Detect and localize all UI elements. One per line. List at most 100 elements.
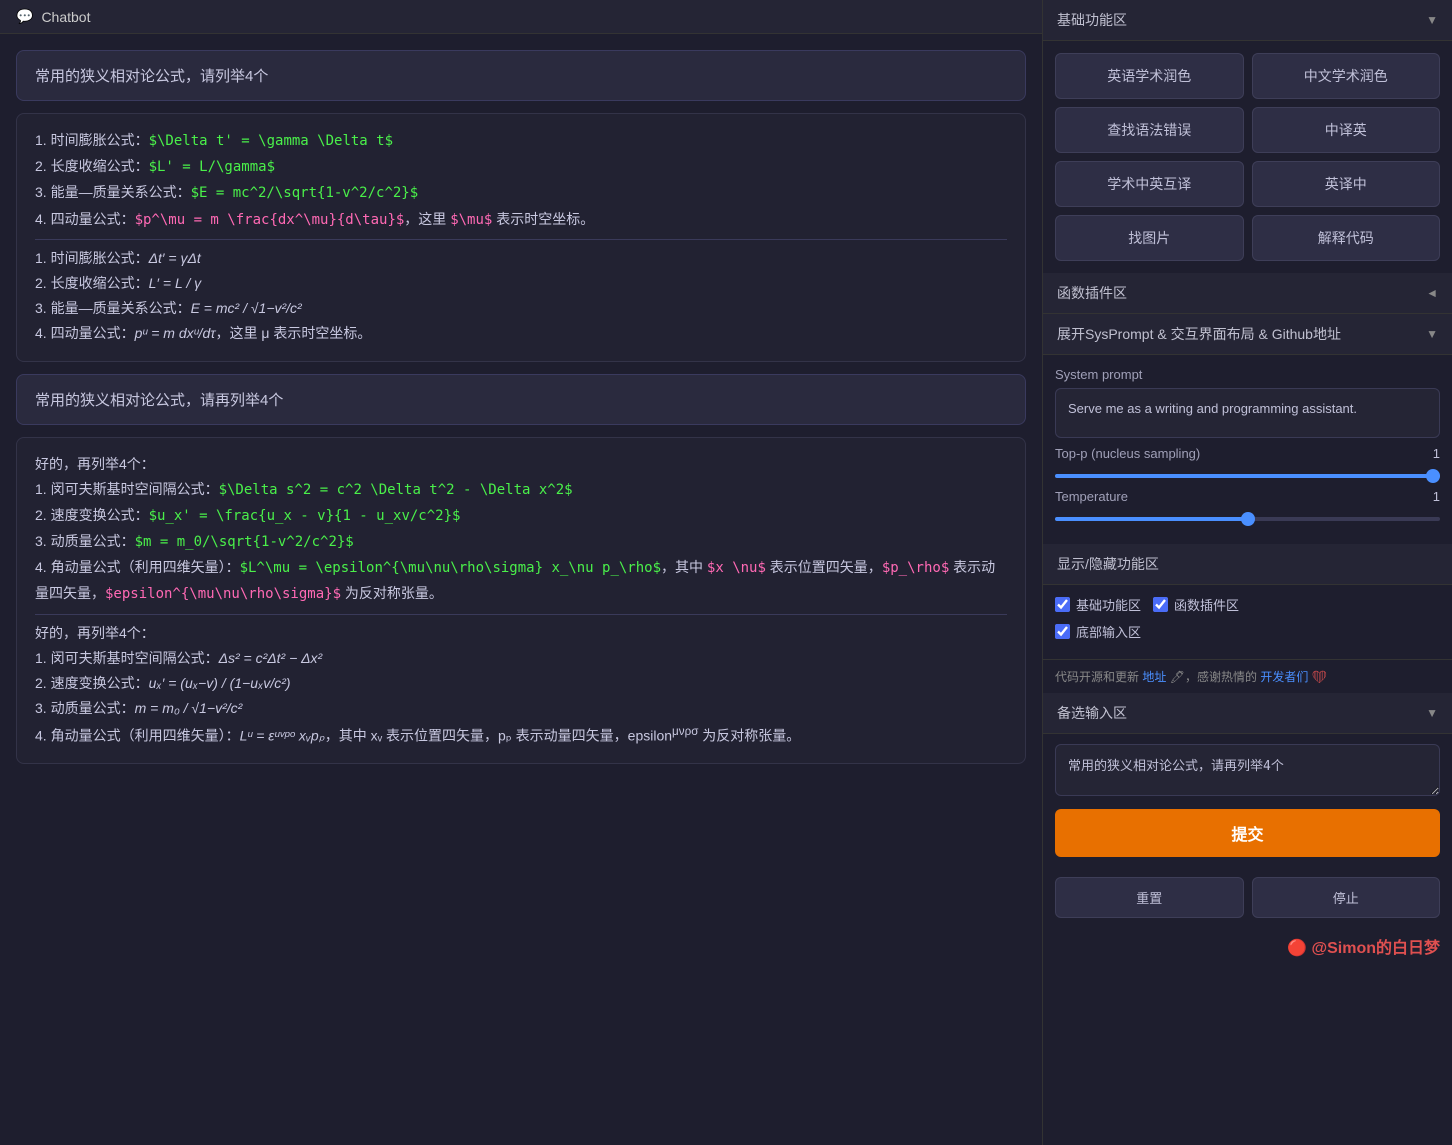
- chatbot-icon: 💬: [16, 8, 33, 25]
- divider-2: [35, 614, 1007, 615]
- basic-functions-grid: 英语学术润色 中文学术润色 查找语法错误 中译英 学术中英互译 英译中 找图片 …: [1055, 53, 1440, 261]
- rendered-3: E = mc² / √1−v²/c²: [191, 300, 302, 316]
- formula-green-1: $\Delta t' = \gamma \Delta t$: [149, 133, 393, 149]
- checkbox-bottom-input-label: 底部输入区: [1076, 622, 1141, 641]
- bot-msg2-rendered1: 1. 闵可夫斯基时空间隔公式：Δs² = c²Δt² − Δx²: [35, 646, 1007, 671]
- temperature-row: Temperature 1: [1055, 489, 1440, 504]
- plugin-functions-header[interactable]: 函数插件区 ◄: [1043, 273, 1452, 314]
- formula2-pink-3: $epsilon^{\mu\nu\rho\sigma}$: [105, 586, 341, 602]
- user-message-1: 常用的狭义相对论公式，请列举4个: [16, 50, 1026, 101]
- reset-button[interactable]: 重置: [1055, 877, 1244, 918]
- temperature-slider[interactable]: [1055, 517, 1440, 521]
- bot-msg1-rendered4: 4. 四动量公式：pᵘ = m dxᵘ/dτ，这里 μ 表示时空坐标。: [35, 321, 1007, 346]
- visibility-header: 显示/隐藏功能区: [1043, 544, 1452, 585]
- contributors-link[interactable]: 开发者们: [1260, 670, 1308, 684]
- formula2-green-1: $\Delta s^2 = c^2 \Delta t^2 - \Delta x^…: [219, 482, 573, 498]
- rendered-2: L′ = L / γ: [149, 275, 202, 291]
- checkbox-plugin-functions-input[interactable]: [1153, 597, 1168, 612]
- checkbox-plugin-functions-label: 函数插件区: [1174, 595, 1239, 614]
- bottom-buttons: 重置 停止: [1043, 867, 1452, 928]
- checkbox-section: 基础功能区 函数插件区 底部输入区: [1043, 585, 1452, 659]
- checkbox-basic-functions-input[interactable]: [1055, 597, 1070, 612]
- bot-msg1-line1: 1. 时间膨胀公式：$\Delta t' = \gamma \Delta t$: [35, 128, 1007, 154]
- rendered-1: Δt′ = γΔt: [149, 250, 201, 266]
- bot-msg2-line2: 2. 速度变换公式：$u_x' = \frac{u_x - v}{1 - u_x…: [35, 503, 1007, 529]
- formula2-pink-2: $p_\rho$: [882, 560, 949, 576]
- bot-msg2-rendered3: 3. 动质量公式：m = m₀ / √1−v²/c²: [35, 696, 1007, 721]
- checkbox-bottom-input-input[interactable]: [1055, 624, 1070, 639]
- top-p-value: 1: [1410, 446, 1440, 461]
- bot-message-1: 1. 时间膨胀公式：$\Delta t' = \gamma \Delta t$ …: [16, 113, 1026, 362]
- btn-english-polish[interactable]: 英语学术润色: [1055, 53, 1244, 99]
- rendered-4: pᵘ = m dxᵘ/dτ: [135, 325, 216, 341]
- formula-pink-1: $p^\mu = m \frac{dx^\mu}{d\tau}$: [135, 212, 405, 228]
- sysprompt-header[interactable]: 展开SysPrompt & 交互界面布局 & Github地址 ▼: [1043, 314, 1452, 355]
- formula2-pink-1: $x \nu$: [707, 560, 766, 576]
- bot-msg2-line4: 4. 角动量公式（利用四维矢量）：$L^\mu = \epsilon^{\mu\…: [35, 555, 1007, 607]
- bot-msg2-intro: 好的，再列举4个：: [35, 452, 1007, 477]
- bot-msg1-rendered2: 2. 长度收缩公式：L′ = L / γ: [35, 271, 1007, 296]
- plugin-functions-title: 函数插件区: [1057, 283, 1127, 303]
- btn-academic-translate[interactable]: 学术中英互译: [1055, 161, 1244, 207]
- checkbox-basic-functions[interactable]: 基础功能区: [1055, 595, 1141, 614]
- btn-chinese-polish[interactable]: 中文学术润色: [1252, 53, 1441, 99]
- app-container: 💬 Chatbot 常用的狭义相对论公式，请列举4个 1. 时间膨胀公式：$\D…: [0, 0, 1452, 1145]
- alt-input-arrow: ▼: [1426, 706, 1438, 720]
- footer-link[interactable]: 地址: [1142, 670, 1166, 684]
- system-prompt-label: System prompt: [1055, 367, 1440, 382]
- formula2-green-2: $u_x' = \frac{u_x - v}{1 - u_xv/c^2}$: [149, 508, 461, 524]
- top-p-row: Top-p (nucleus sampling) 1: [1055, 446, 1440, 461]
- footer-text-after: 🖊，感谢热情的: [1170, 670, 1257, 684]
- bot-msg1-line4: 4. 四动量公式：$p^\mu = m \frac{dx^\mu}{d\tau}…: [35, 207, 1007, 233]
- top-p-slider-container: [1055, 465, 1440, 481]
- rendered2-3: m = m₀ / √1−v²/c²: [135, 700, 243, 716]
- heart-icon: ❤: [1312, 670, 1327, 684]
- formula-pink-mu: $\mu$: [450, 212, 492, 228]
- alt-input-textarea[interactable]: 常用的狭义相对论公式，请再列举4个: [1055, 744, 1440, 796]
- basic-functions-arrow: ▼: [1426, 13, 1438, 27]
- checkbox-row-2: 底部输入区: [1055, 622, 1440, 641]
- bot-msg1-rendered1: 1. 时间膨胀公式：Δt′ = γΔt: [35, 246, 1007, 271]
- sysprompt-title: 展开SysPrompt & 交互界面布局 & Github地址: [1057, 324, 1341, 344]
- title-bar: 💬 Chatbot: [0, 0, 1042, 34]
- alt-input-title: 备选输入区: [1057, 703, 1127, 723]
- stop-button[interactable]: 停止: [1252, 877, 1441, 918]
- btn-explain-code[interactable]: 解释代码: [1252, 215, 1441, 261]
- formula2-green-4: $L^\mu = \epsilon^{\mu\nu\rho\sigma} x_\…: [240, 560, 661, 576]
- checkbox-row-1: 基础功能区 函数插件区: [1055, 595, 1440, 614]
- right-panel: 基础功能区 ▼ 英语学术润色 中文学术润色 查找语法错误 中译英 学术中英互译 …: [1042, 0, 1452, 1145]
- temperature-slider-container: [1055, 508, 1440, 524]
- checkbox-bottom-input[interactable]: 底部输入区: [1055, 622, 1141, 641]
- bot-msg2-line3: 3. 动质量公式：$m = m_0/\sqrt{1-v^2/c^2}$: [35, 529, 1007, 555]
- basic-functions-title: 基础功能区: [1057, 10, 1127, 30]
- formula-green-2: $L' = L/\gamma$: [149, 159, 275, 175]
- footer-links: 代码开源和更新 地址 🖊，感谢热情的 开发者们 ❤: [1043, 659, 1452, 693]
- bot-message-2: 好的，再列举4个： 1. 闵可夫斯基时空间隔公式：$\Delta s^2 = c…: [16, 437, 1026, 765]
- formula2-green-3: $m = m_0/\sqrt{1-v^2/c^2}$: [135, 534, 354, 550]
- weibo-watermark: 🔴 @Simon的白日梦: [1043, 928, 1452, 964]
- btn-grammar-check[interactable]: 查找语法错误: [1055, 107, 1244, 153]
- rendered2-4: Lᵘ = εᵘᵛᵖᵒ xᵥpₚ: [240, 728, 325, 744]
- checkbox-plugin-functions[interactable]: 函数插件区: [1153, 595, 1239, 614]
- plugin-functions-arrow: ◄: [1426, 286, 1438, 300]
- submit-button[interactable]: 提交: [1055, 809, 1440, 857]
- bot-msg2-intro2: 好的，再列举4个：: [35, 621, 1007, 646]
- temperature-label: Temperature: [1055, 489, 1128, 504]
- top-p-label: Top-p (nucleus sampling): [1055, 446, 1200, 461]
- btn-zh-to-en[interactable]: 中译英: [1252, 107, 1441, 153]
- bot-msg2-rendered4: 4. 角动量公式（利用四维矢量）：Lᵘ = εᵘᵛᵖᵒ xᵥpₚ，其中 xᵥ 表…: [35, 721, 1007, 749]
- formula-green-3: $E = mc^2/\sqrt{1-v^2/c^2}$: [191, 185, 419, 201]
- bot-msg2-line1: 1. 闵可夫斯基时空间隔公式：$\Delta s^2 = c^2 \Delta …: [35, 477, 1007, 503]
- rendered2-2: uₓ′ = (uₓ−v) / (1−uₓv/c²): [149, 675, 291, 691]
- alt-input-header[interactable]: 备选输入区 ▼: [1043, 693, 1452, 734]
- user-message-1-text: 常用的狭义相对论公式，请列举4个: [35, 68, 268, 85]
- user-message-2-text: 常用的狭义相对论公式，请再列举4个: [35, 392, 283, 409]
- btn-en-to-zh[interactable]: 英译中: [1252, 161, 1441, 207]
- btn-find-image[interactable]: 找图片: [1055, 215, 1244, 261]
- visibility-title: 显示/隐藏功能区: [1057, 554, 1159, 574]
- footer-text-before: 代码开源和更新: [1055, 670, 1139, 684]
- checkbox-basic-functions-label: 基础功能区: [1076, 595, 1141, 614]
- basic-functions-header[interactable]: 基础功能区 ▼: [1043, 0, 1452, 41]
- chat-area: 常用的狭义相对论公式，请列举4个 1. 时间膨胀公式：$\Delta t' = …: [0, 34, 1042, 1145]
- top-p-slider[interactable]: [1055, 474, 1440, 478]
